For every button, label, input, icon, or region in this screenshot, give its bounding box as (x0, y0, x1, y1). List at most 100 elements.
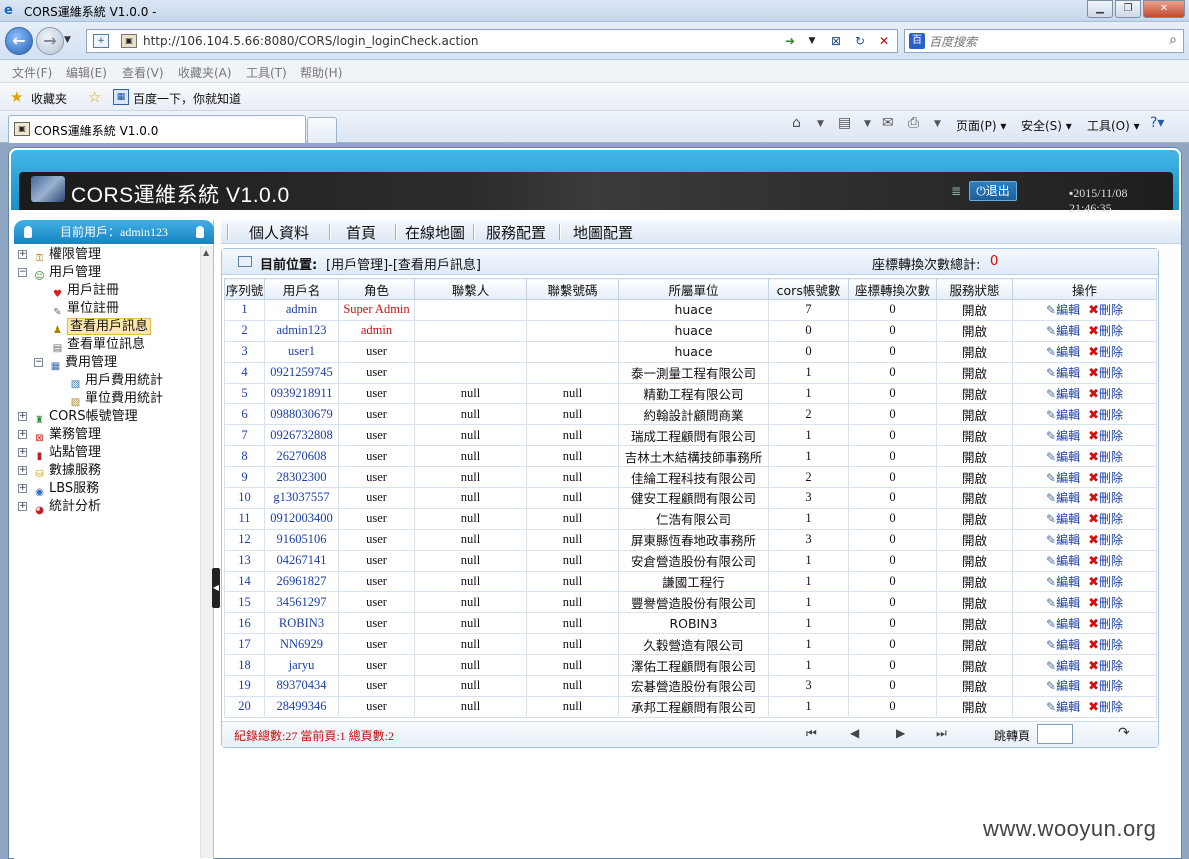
expand-icon[interactable]: + (18, 430, 27, 439)
mail-icon[interactable]: ✉ (882, 115, 894, 131)
edit-button[interactable]: ✎編輯 (1046, 615, 1080, 632)
nav-home[interactable]: 首頁 (346, 222, 376, 243)
table-row[interactable]: 9 28302300 user null null 佳綸工程科技有限公司 2 0 開啟 ✎編輯 ✖刪… (224, 466, 1157, 489)
home-dropdown-icon[interactable]: ▼ (817, 119, 824, 129)
col-header[interactable]: 所屬單位 (618, 278, 769, 300)
nav-service-config[interactable]: 服務配置 (486, 222, 546, 243)
first-page-icon[interactable]: ⏮ (806, 726, 817, 741)
page-compat-icon[interactable]: + (93, 34, 109, 48)
page-menu[interactable]: 页面(P) ▾ (956, 117, 1006, 134)
col-header[interactable]: 服務狀態 (936, 278, 1013, 300)
expand-icon[interactable]: + (18, 502, 27, 511)
tree-item-view-users[interactable]: ♟ 查看用戶訊息 (50, 318, 152, 336)
expand-icon[interactable]: + (18, 250, 27, 259)
tree-item-unit-fee-stats[interactable]: ▨ 單位費用統計 (68, 390, 163, 408)
nav-online-map[interactable]: 在線地圖 (405, 222, 465, 243)
compat-view-icon[interactable]: ⊠ (827, 33, 845, 49)
feeds-dropdown-icon[interactable]: ▼ (864, 119, 871, 129)
nav-map-config[interactable]: 地圖配置 (573, 222, 633, 243)
edit-button[interactable]: ✎編輯 (1046, 364, 1080, 381)
delete-button[interactable]: ✖刪除 (1088, 385, 1123, 402)
last-page-icon[interactable]: ⏭ (936, 726, 947, 741)
url-text[interactable]: http://106.104.5.66:8080/CORS/login_logi… (143, 34, 479, 48)
edit-button[interactable]: ✎編輯 (1046, 301, 1080, 318)
address-bar[interactable]: + ▣ http://106.104.5.66:8080/CORS/login_… (86, 29, 898, 53)
next-page-icon[interactable]: ▶ (896, 726, 905, 740)
col-header[interactable]: 聯繫人 (414, 278, 527, 300)
go-page-icon[interactable]: ↷ (1118, 725, 1130, 741)
edit-button[interactable]: ✎編輯 (1046, 657, 1080, 674)
edit-button[interactable]: ✎編輯 (1046, 531, 1080, 548)
tree-item-users[interactable]: − ☺ 用戶管理 (18, 264, 101, 282)
logout-button[interactable]: ⏻退出 (969, 181, 1017, 201)
delete-button[interactable]: ✖刪除 (1088, 677, 1123, 694)
tree-item-unit-register[interactable]: ✎ 單位註冊 (50, 300, 119, 318)
col-header[interactable]: 聯繫號碼 (526, 278, 619, 300)
delete-button[interactable]: ✖刪除 (1088, 322, 1123, 339)
browser-tab-active[interactable]: ▣ CORS運維系統 V1.0.0 (8, 115, 306, 143)
delete-button[interactable]: ✖刪除 (1088, 510, 1123, 527)
delete-button[interactable]: ✖刪除 (1088, 531, 1123, 548)
table-row[interactable]: 12 91605106 user null null 屏東縣恆春地政事務所 3 0 開啟 ✎編輯 ✖… (224, 528, 1157, 551)
scroll-up-icon[interactable]: ▲ (203, 248, 209, 257)
delete-button[interactable]: ✖刪除 (1088, 427, 1123, 444)
forward-button[interactable]: → (36, 27, 64, 55)
expand-icon[interactable]: + (18, 484, 27, 493)
delete-button[interactable]: ✖刪除 (1088, 657, 1123, 674)
history-dropdown-icon[interactable]: ▼ (64, 35, 71, 45)
print-dropdown-icon[interactable]: ▼ (934, 119, 941, 129)
nav-profile[interactable]: 個人資料 (249, 222, 309, 243)
edit-button[interactable]: ✎編輯 (1046, 573, 1080, 590)
table-row[interactable]: 20 28499346 user null null 承邦工程顧問有限公司 1 0 開啟 ✎編輯 ✖… (224, 695, 1157, 718)
edit-button[interactable]: ✎編輯 (1046, 698, 1080, 715)
tree-item-user-register[interactable]: ♥ 用戶註冊 (50, 282, 119, 300)
table-row[interactable]: 4 0921259745 user 泰一測量工程有限公司 1 0 開啟 ✎編輯 ✖刪除 (224, 361, 1157, 384)
delete-button[interactable]: ✖刪除 (1088, 364, 1123, 381)
sidebar-scrollbar[interactable]: ▲ (200, 246, 213, 858)
search-input[interactable] (929, 33, 1159, 50)
address-dropdown-icon[interactable]: ▼ (803, 33, 821, 49)
edit-button[interactable]: ✎編輯 (1046, 385, 1080, 402)
expand-icon[interactable]: + (18, 466, 27, 475)
edit-button[interactable]: ✎編輯 (1046, 448, 1080, 465)
table-row[interactable]: 2 admin123 admin huace 0 0 開啟 ✎編輯 ✖刪除 (224, 319, 1157, 342)
edit-button[interactable]: ✎編輯 (1046, 322, 1080, 339)
menu-file[interactable]: 文件(F) (12, 64, 52, 81)
help-icon[interactable]: ?▾ (1150, 115, 1164, 131)
menu-favorites[interactable]: 收藏夹(A) (178, 64, 232, 81)
table-row[interactable]: 15 34561297 user null null 豐譽營造股份有限公司 1 0 開啟 ✎編輯 ✖… (224, 591, 1157, 614)
tree-item-statistics[interactable]: + ◕ 統計分析 (18, 498, 101, 516)
collapse-icon[interactable]: − (18, 268, 27, 277)
tree-item-data-services[interactable]: + ⛁ 數據服務 (18, 462, 101, 480)
edit-button[interactable]: ✎編輯 (1046, 552, 1080, 569)
edit-button[interactable]: ✎編輯 (1046, 677, 1080, 694)
col-header[interactable]: cors帳號數 (768, 278, 849, 300)
edit-button[interactable]: ✎編輯 (1046, 343, 1080, 360)
search-icon[interactable]: ⌕ (1169, 32, 1177, 48)
search-box[interactable]: 百 ⌕ (904, 29, 1184, 53)
expand-icon[interactable]: + (18, 448, 27, 457)
tree-item-stations[interactable]: + ▮ 站點管理 (18, 444, 101, 462)
table-row[interactable]: 14 26961827 user null null 謙國工程行 1 0 開啟 ✎編輯 ✖刪除 (224, 570, 1157, 593)
table-row[interactable]: 5 0939218911 user null null 精勤工程有限公司 1 0 開啟 ✎編輯 ✖刪… (224, 382, 1157, 405)
tree-item-fees[interactable]: − ▦ 費用管理 (34, 354, 117, 372)
edit-button[interactable]: ✎編輯 (1046, 406, 1080, 423)
delete-button[interactable]: ✖刪除 (1088, 594, 1123, 611)
prev-page-icon[interactable]: ◀ (850, 726, 859, 740)
go-icon[interactable]: ➜ (781, 33, 799, 49)
refresh-icon[interactable]: ↻ (851, 33, 869, 49)
print-icon[interactable]: ⎙ (908, 115, 919, 131)
table-row[interactable]: 13 04267141 user null null 安倉營造股份有限公司 1 0 開啟 ✎編輯 ✖… (224, 549, 1157, 572)
delete-button[interactable]: ✖刪除 (1088, 448, 1123, 465)
delete-button[interactable]: ✖刪除 (1088, 698, 1123, 715)
table-row[interactable]: 8 26270608 user null null 吉林土木結構技師事務所 1 0 開啟 ✎編輯 ✖… (224, 445, 1157, 468)
favorites-star-icon[interactable]: ★ (10, 88, 23, 106)
collapse-icon[interactable]: − (34, 358, 43, 367)
table-row[interactable]: 19 89370434 user null null 宏碁營造股份有限公司 3 0 開啟 ✎編輯 ✖… (224, 675, 1157, 697)
delete-button[interactable]: ✖刪除 (1088, 301, 1123, 318)
jump-page-input[interactable] (1037, 724, 1073, 744)
add-favorite-icon[interactable]: ☆ (88, 88, 101, 106)
home-icon[interactable]: ⌂ (792, 115, 801, 131)
table-row[interactable]: 6 0988030679 user null null 約翰設計顧問商業 2 0 開啟 ✎編輯 ✖刪… (224, 403, 1157, 426)
edit-button[interactable]: ✎編輯 (1046, 510, 1080, 527)
